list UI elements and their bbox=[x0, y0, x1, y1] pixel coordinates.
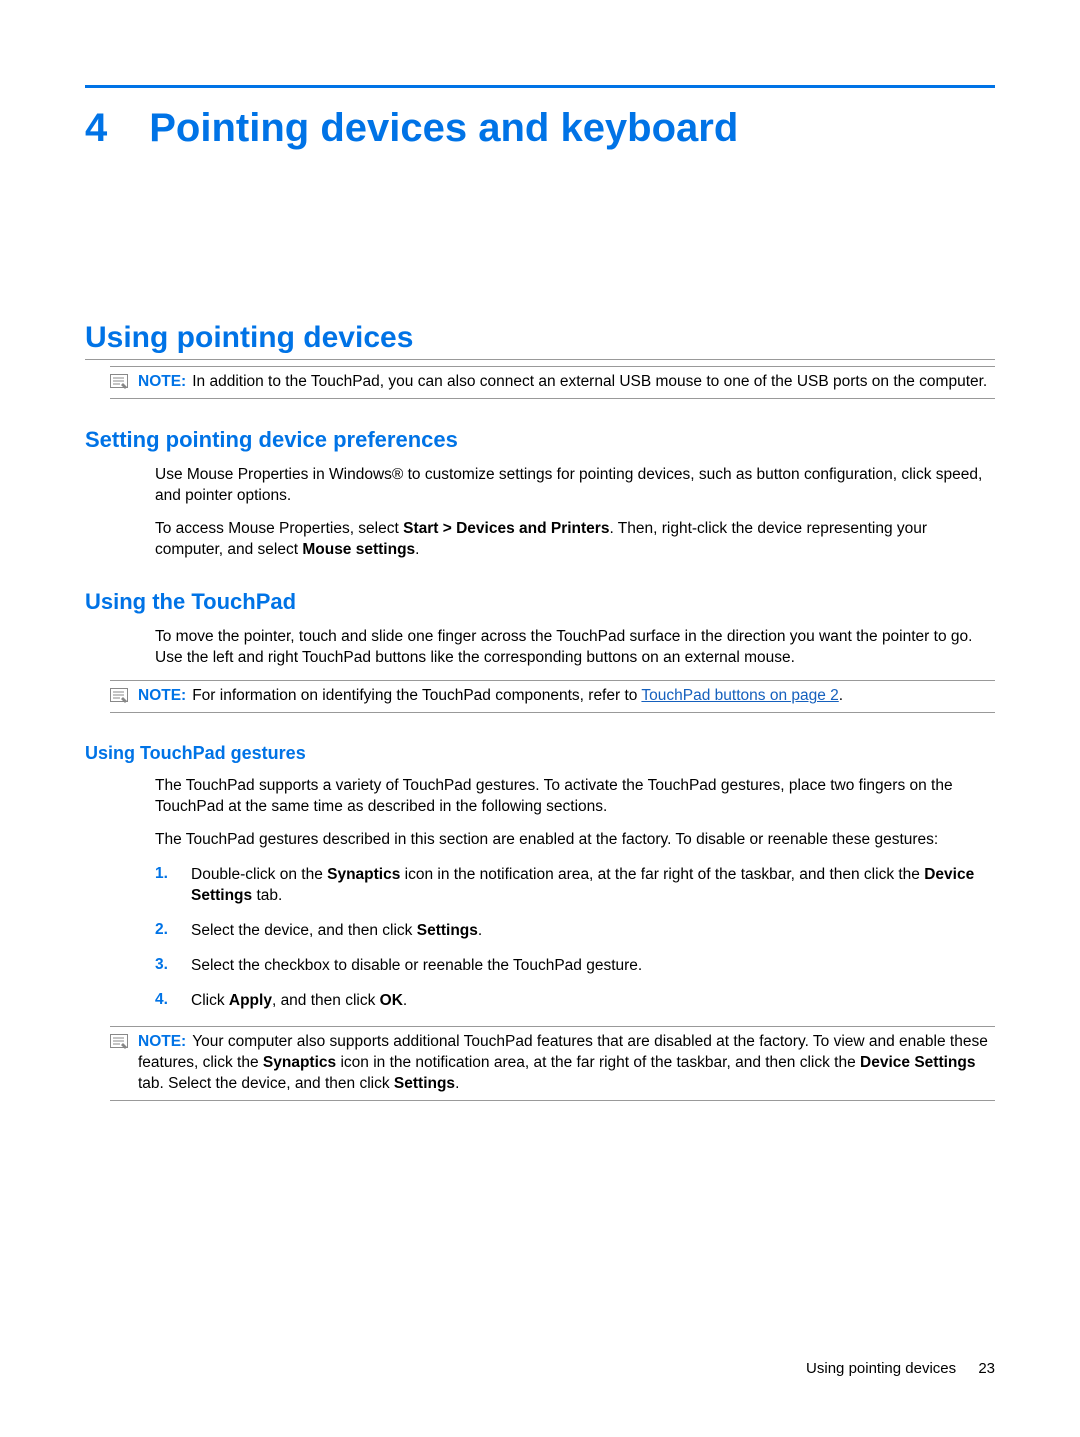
paragraph: The TouchPad gestures described in this … bbox=[155, 830, 995, 851]
paragraph: The TouchPad supports a variety of Touch… bbox=[155, 776, 995, 818]
list-number: 2. bbox=[155, 921, 173, 939]
note-external-mouse: NOTE:In addition to the TouchPad, you ca… bbox=[110, 366, 995, 399]
list-item: 4. Click Apply, and then click OK. bbox=[155, 991, 995, 1012]
list-number: 1. bbox=[155, 865, 173, 883]
list-number: 3. bbox=[155, 956, 173, 974]
list-item: 3. Select the checkbox to disable or ree… bbox=[155, 956, 995, 977]
chapter-rule bbox=[85, 85, 995, 88]
note-text: NOTE:Your computer also supports additio… bbox=[138, 1032, 995, 1095]
note-label: NOTE: bbox=[138, 1033, 186, 1050]
note-text: NOTE:In addition to the TouchPad, you ca… bbox=[138, 372, 987, 393]
paragraph: To access Mouse Properties, select Start… bbox=[155, 519, 995, 561]
list-item: 2. Select the device, and then click Set… bbox=[155, 921, 995, 942]
footer-section: Using pointing devices bbox=[806, 1360, 956, 1377]
subsubsection-heading-gestures: Using TouchPad gestures bbox=[85, 743, 995, 764]
note-label: NOTE: bbox=[138, 687, 186, 704]
page-content: 4 Pointing devices and keyboard Using po… bbox=[0, 0, 1080, 1101]
chapter-header: 4 Pointing devices and keyboard bbox=[85, 106, 995, 151]
list-item: 1. Double-click on the Synaptics icon in… bbox=[155, 865, 995, 907]
chapter-title: Pointing devices and keyboard bbox=[149, 106, 738, 151]
page-footer: Using pointing devices 23 bbox=[806, 1360, 995, 1377]
link-touchpad-buttons[interactable]: TouchPad buttons on page 2 bbox=[641, 687, 838, 704]
paragraph: Use Mouse Properties in Windows® to cust… bbox=[155, 465, 995, 507]
subsection-heading-touchpad: Using the TouchPad bbox=[85, 589, 995, 615]
note-icon bbox=[110, 374, 128, 390]
paragraph: To move the pointer, touch and slide one… bbox=[155, 627, 995, 669]
section-heading-using-pointing-devices: Using pointing devices bbox=[85, 321, 995, 360]
subsection-heading-preferences: Setting pointing device preferences bbox=[85, 427, 995, 453]
note-touchpad-ref: NOTE:For information on identifying the … bbox=[110, 680, 995, 713]
note-text: NOTE:For information on identifying the … bbox=[138, 686, 843, 707]
note-additional-features: NOTE:Your computer also supports additio… bbox=[110, 1026, 995, 1101]
ordered-list: 1. Double-click on the Synaptics icon in… bbox=[155, 865, 995, 1012]
note-icon bbox=[110, 1034, 128, 1050]
chapter-number: 4 bbox=[85, 106, 107, 151]
list-number: 4. bbox=[155, 991, 173, 1009]
page-number: 23 bbox=[978, 1360, 995, 1377]
note-icon bbox=[110, 688, 128, 704]
note-label: NOTE: bbox=[138, 373, 186, 390]
